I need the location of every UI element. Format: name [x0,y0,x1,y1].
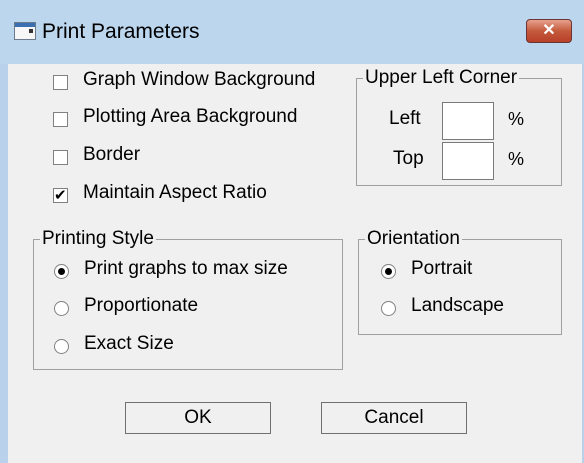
exact-size-radio[interactable] [54,339,69,354]
print-max-size-label[interactable]: Print graphs to max size [84,258,288,280]
dialog-body: Graph Window Background Plotting Area Ba… [8,64,582,463]
graph-window-background-label[interactable]: Graph Window Background [83,69,315,91]
print-max-size-radio[interactable] [54,264,69,279]
left-input[interactable] [442,102,494,140]
upper-left-corner-group: Upper Left Corner Left % Top % [356,67,562,186]
border-checkbox[interactable] [53,150,68,165]
landscape-radio[interactable] [381,301,396,316]
top-label: Top [393,148,424,169]
printing-style-group: Printing Style Print graphs to max size … [33,228,343,370]
border-label[interactable]: Border [83,144,140,166]
close-icon: ✕ [542,22,556,39]
left-percent-unit: % [508,109,525,129]
maintain-aspect-ratio-label[interactable]: Maintain Aspect Ratio [83,182,267,204]
maintain-aspect-ratio-checkbox[interactable] [53,186,68,204]
proportionate-radio[interactable] [54,301,69,316]
plotting-area-background-label[interactable]: Plotting Area Background [83,106,297,128]
print-parameters-dialog: Print Parameters ✕ Graph Window Backgrou… [0,0,584,463]
close-button[interactable]: ✕ [526,19,572,43]
plotting-area-background-checkbox[interactable] [53,112,68,127]
portrait-label[interactable]: Portrait [411,258,472,280]
cancel-button[interactable]: Cancel [321,402,467,434]
top-percent-unit: % [508,149,525,169]
portrait-radio[interactable] [381,264,396,279]
ok-button[interactable]: OK [125,402,271,434]
window-icon [14,22,36,40]
window-title: Print Parameters [42,20,200,43]
landscape-label[interactable]: Landscape [411,295,504,317]
proportionate-label[interactable]: Proportionate [84,295,198,317]
left-label: Left [389,108,421,129]
top-input[interactable] [442,142,494,180]
orientation-group: Orientation Portrait Landscape [358,228,562,335]
upper-left-corner-title: Upper Left Corner [363,67,520,89]
orientation-title: Orientation [365,228,462,250]
title-bar[interactable]: Print Parameters ✕ [0,0,584,64]
printing-style-title: Printing Style [40,228,156,250]
exact-size-label[interactable]: Exact Size [84,333,174,355]
graph-window-background-checkbox[interactable] [53,75,68,90]
